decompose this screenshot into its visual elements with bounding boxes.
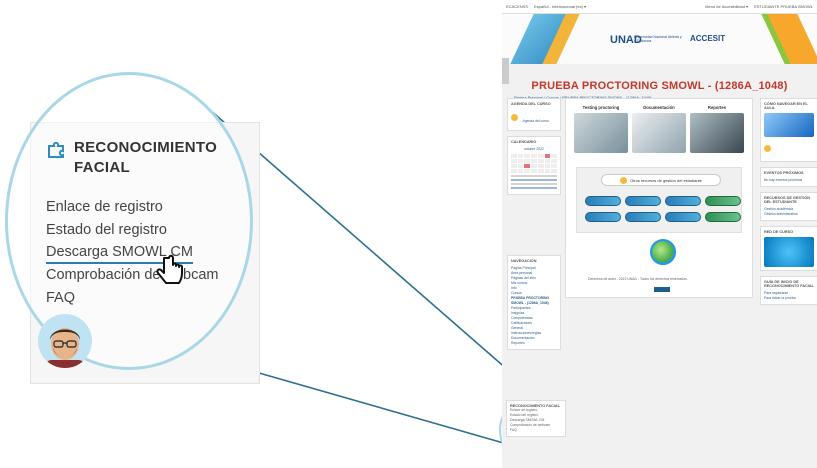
tile-caption: Documentación <box>643 105 675 110</box>
resource-button[interactable] <box>665 196 701 206</box>
facial-link-faq[interactable]: FAQ <box>510 428 562 433</box>
video-thumbnail[interactable] <box>764 113 814 137</box>
resource-button[interactable] <box>585 212 621 222</box>
tile-testing-proctoring[interactable]: Testing proctoring <box>574 105 628 153</box>
student-resources-title: RECURSOS DE GESTIÓN DEL ESTUDIANTE <box>764 196 810 204</box>
drawer-toggle-button[interactable] <box>502 58 509 84</box>
site-short-name[interactable]: ECACENSS <box>506 4 528 9</box>
howto-block-title: CÓMO NAVEGAR EN EL AULA <box>764 102 808 110</box>
events-empty-text: No hay eventos próximos <box>764 178 803 182</box>
tile-documentacion[interactable]: Documentación <box>632 105 686 153</box>
resource-button[interactable] <box>705 196 741 206</box>
navigation-block: NAVEGACIÓN Página Principal Área persona… <box>507 255 561 350</box>
howto-block: CÓMO NAVEGAR EN EL AULA <box>760 98 817 162</box>
left-column: AGENDA DEL CURSO Agenda del curso CALEND… <box>506 98 566 437</box>
resource-buttons-row-1 <box>585 196 741 206</box>
globe-icon <box>650 239 676 265</box>
calendar-block: CALENDARIO octubre 2022 <box>507 136 561 195</box>
resource-link[interactable]: Gestión administrativa <box>764 212 814 217</box>
tile-caption: Testing proctoring <box>582 105 620 110</box>
agenda-block-title: AGENDA DEL CURSO <box>511 102 551 106</box>
language-menu[interactable]: Español - Internacional (es) ▾ <box>534 4 586 9</box>
facial-guide-title: GUÍA DE INICIO DE RECONOCIMIENTO FACIAL <box>764 280 814 288</box>
user-menu[interactable]: ESTUDIANTE PRUEBA SMOWL <box>754 4 813 9</box>
nav-item[interactable]: PRUEBA PROCTORING SMOWL - (1286A_1048) <box>511 296 557 306</box>
guide-link[interactable]: Para hacer la prueba <box>764 296 814 301</box>
agenda-block: AGENDA DEL CURSO Agenda del curso <box>507 98 561 131</box>
resources-pill: Otros recursos de gestión del estudiante <box>601 174 721 186</box>
course-banner: UNAD Universidad Nacional Abierta y a Di… <box>502 14 817 64</box>
network-image[interactable] <box>764 237 814 267</box>
hand-cursor-icon <box>156 254 183 284</box>
agenda-link[interactable]: Agenda del curso <box>522 119 548 123</box>
accesit-logo: ACCESIT <box>690 34 726 43</box>
facial-recognition-block: RECONOCIMIENTO FACIAL Enlace de registro… <box>506 400 566 437</box>
resource-buttons-row-2 <box>585 212 741 222</box>
link-registration[interactable]: Enlace de registro <box>46 196 218 219</box>
page-title: PRUEBA PROCTORING SMOWL - (1286A_1048) <box>531 80 788 92</box>
resource-button[interactable] <box>665 212 701 222</box>
resource-button[interactable] <box>585 196 621 206</box>
course-page: ECACENSS Español - Internacional (es) ▾ … <box>502 0 817 468</box>
unad-logo-subtitle: Universidad Nacional Abierta y a Distanc… <box>634 35 682 43</box>
puzzle-icon <box>48 141 64 158</box>
main-content: Testing proctoring Documentación Reporte… <box>565 98 753 298</box>
events-block: EVENTOS PRÓXIMOS No hay eventos próximos <box>760 167 817 187</box>
tile-caption: Reportes <box>707 105 727 110</box>
calendar-grid[interactable] <box>511 154 557 173</box>
link-faq[interactable]: FAQ <box>46 287 218 310</box>
resource-button[interactable] <box>625 212 661 222</box>
validation-badge[interactable] <box>654 287 670 292</box>
avatar[interactable] <box>38 314 92 368</box>
resource-button[interactable] <box>625 196 661 206</box>
zoomed-block-title: RECONOCIMIENTO FACIAL <box>74 139 218 176</box>
calendar-block-title: CALENDARIO <box>511 140 537 144</box>
events-block-title: EVENTOS PRÓXIMOS <box>764 171 804 175</box>
calendar-month: octubre 2022 <box>524 147 544 151</box>
copyright-text: Derechos de autor - 2022 UNAD - Todos lo… <box>588 277 688 281</box>
zoomed-link-list: Enlace de registro Estado del registro D… <box>46 196 218 310</box>
navigation-block-title: NAVEGACIÓN <box>511 259 537 263</box>
course-network-block: RED DE CURSO <box>760 226 817 271</box>
accessibility-menu[interactable]: Menú de Accesibilidad ▾ <box>705 4 748 9</box>
resources-panel: Otros recursos de gestión del estudiante <box>576 167 742 233</box>
facial-guide-block: GUÍA DE INICIO DE RECONOCIMIENTO FACIAL … <box>760 276 817 305</box>
resources-icon <box>620 176 628 184</box>
link-webcam-check[interactable]: Comprobación de webcam <box>46 264 218 287</box>
tile-reportes[interactable]: Reportes <box>690 105 744 153</box>
zoomed-block-header: RECONOCIMIENTO FACIAL <box>46 138 236 178</box>
avatar-face-icon <box>46 328 84 368</box>
link-registration-status[interactable]: Estado del registro <box>46 219 218 242</box>
agenda-icon <box>511 114 518 122</box>
student-resources-block: RECURSOS DE GESTIÓN DEL ESTUDIANTE Gesti… <box>760 192 817 221</box>
section-tiles: Testing proctoring Documentación Reporte… <box>566 99 752 153</box>
resource-button[interactable] <box>705 212 741 222</box>
howto-icon <box>764 145 771 153</box>
course-network-title: RED DE CURSO <box>764 230 794 234</box>
right-column: CÓMO NAVEGAR EN EL AULA EVENTOS PRÓXIMOS… <box>760 98 817 310</box>
resources-label: Otros recursos de gestión del estudiante <box>630 177 702 183</box>
top-navbar: ECACENSS Español - Internacional (es) ▾ … <box>502 0 817 14</box>
nav-item[interactable]: Reportes <box>511 341 557 346</box>
